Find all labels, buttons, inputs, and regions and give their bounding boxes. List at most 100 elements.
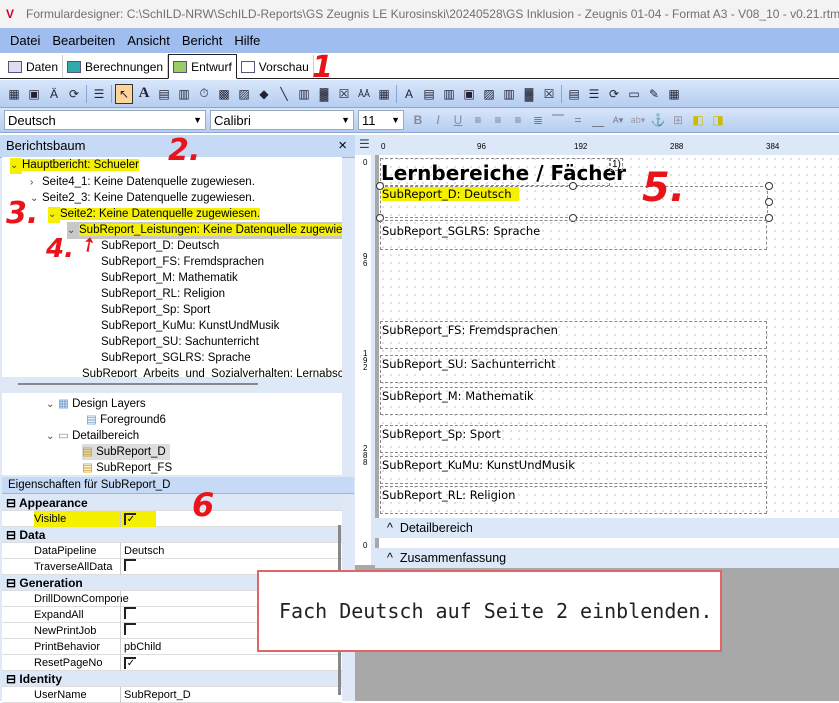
tree-item-subreport-m[interactable]: SubReport_M: Mathematik [101, 270, 238, 286]
subreport-su-box[interactable]: SubReport_SU: Sachunterricht [380, 355, 767, 383]
subreport-rl-box[interactable]: SubReport_RL: Religion [380, 486, 767, 514]
barcode-icon[interactable]: ▥ [295, 84, 313, 104]
tree-item-detailbereich[interactable]: ⌄ ▭ Detailbereich [46, 428, 139, 445]
font-size-select[interactable]: 11 ▼ [358, 110, 404, 130]
tree-toggle-icon[interactable]: ☰ [359, 137, 370, 151]
band-detailbereich[interactable]: ^ Detailbereich [375, 518, 839, 538]
menu-bericht[interactable]: Bericht [182, 33, 222, 48]
close-icon[interactable]: × [338, 135, 347, 157]
db-richtext-icon[interactable]: ▥ [440, 84, 458, 104]
highlight-color-icon[interactable]: ab▾ [629, 110, 647, 130]
db-2d-barcode-icon[interactable]: ▓ [520, 84, 538, 104]
checkbox[interactable] [124, 607, 136, 619]
autosize-icon[interactable]: ÅÅ [355, 84, 373, 104]
collapse-icon[interactable]: ⊟ [6, 528, 19, 542]
footnote-label[interactable]: 1) [610, 158, 623, 171]
property-value-cell[interactable] [124, 623, 136, 640]
collapse-icon[interactable]: ⊟ [6, 496, 19, 510]
property-value-cell[interactable]: pbChild [124, 639, 161, 655]
underline-icon[interactable]: U [449, 110, 467, 130]
send-back-icon[interactable]: ◨ [709, 110, 727, 130]
bold-icon[interactable]: B [409, 110, 427, 130]
db-memo-icon[interactable]: ▤ [420, 84, 438, 104]
valign-bottom-icon[interactable]: ⎽ [589, 110, 607, 130]
subreport-fs-box[interactable]: SubReport_FS: Fremdsprachen [380, 321, 767, 349]
font-select[interactable]: Calibri ▼ [210, 110, 354, 130]
align-right-icon[interactable]: ≡ [509, 110, 527, 130]
tab-berechnungen[interactable]: Berechnungen [63, 55, 169, 78]
richtext-icon[interactable]: ▥ [175, 84, 193, 104]
systemvar-icon[interactable]: ⏱ [195, 84, 213, 104]
subreport-m-box[interactable]: SubReport_M: Mathematik [380, 387, 767, 415]
checkbox-icon[interactable]: ☒ [335, 84, 353, 104]
db-barcode-icon[interactable]: ▥ [500, 84, 518, 104]
tree-item-layer-subreport-d[interactable]: ▤ SubReport_D [82, 444, 170, 460]
property-value-cell[interactable]: Deutsch [124, 543, 164, 559]
region-icon[interactable]: ▤ [565, 84, 583, 104]
tree-item-seite2-3[interactable]: ⌄ Seite2_3: Keine Datenquelle zugewiesen. [30, 190, 255, 207]
db-calc-icon[interactable]: ▣ [460, 84, 478, 104]
menu-hilfe[interactable]: Hilfe [234, 33, 260, 48]
image-icon[interactable]: ▨ [235, 84, 253, 104]
property-category[interactable]: ⊟ Data [2, 527, 342, 543]
property-value-cell[interactable]: ✓ [124, 655, 136, 671]
collapse-icon[interactable]: ⊟ [6, 672, 19, 686]
checkbox[interactable]: ✓ [124, 513, 136, 525]
horizontal-scrollbar[interactable] [18, 383, 258, 385]
db-label-icon[interactable]: A [400, 84, 418, 104]
line-icon[interactable]: ╲ [275, 84, 293, 104]
italic-icon[interactable]: I [429, 110, 447, 130]
tree-item-design-layers[interactable]: ⌄ ▦ Design Layers [46, 396, 146, 413]
variable-icon[interactable]: ▩ [215, 84, 233, 104]
band-zusammenfassung[interactable]: ^ Zusammenfassung [375, 548, 839, 568]
datapipeline-select[interactable]: Deutsch ▼ [4, 110, 206, 130]
grid-icon[interactable]: ▦ [5, 84, 23, 104]
tree-item-subreport-d[interactable]: SubReport_D: Deutsch [101, 238, 219, 254]
tree-item-subreport-arbeits[interactable]: SubReport_Arbeits_und_Sozialverhalten: L… [82, 366, 342, 377]
property-category[interactable]: ⊟ Appearance [2, 495, 342, 511]
brush-icon[interactable]: ✎ [645, 84, 663, 104]
heading-label[interactable]: Lernbereiche / Fächer [380, 158, 626, 186]
page-break-icon[interactable]: ▭ [625, 84, 643, 104]
property-value[interactable]: pbChild [124, 641, 161, 653]
select-arrow-icon[interactable]: ↖ [115, 83, 133, 104]
tree-item-subreport-leistungen[interactable]: ⌄ SubReport_Leistungen: Keine Datenquelle… [67, 222, 342, 239]
checkbox[interactable] [124, 559, 136, 571]
justify-icon[interactable]: ≣ [529, 110, 547, 130]
tree-item-seite2[interactable]: ⌄ Seite2: Keine Datenquelle zugewiesen. [48, 206, 261, 223]
tree-item-subreport-sp[interactable]: SubReport_Sp: Sport [101, 302, 210, 318]
anchor-icon[interactable]: ⚓ [649, 110, 667, 130]
tab-vorschau[interactable]: Vorschau [237, 55, 314, 78]
tree-item-foreground[interactable]: ▤ Foreground6 [86, 412, 166, 428]
tree-item-hauptbericht[interactable]: ⌄ Hauptbericht: Schueler [10, 157, 139, 174]
property-value-cell[interactable] [124, 607, 136, 624]
checkbox[interactable] [124, 623, 136, 635]
border-icon[interactable]: ⊞ [669, 110, 687, 130]
checkbox[interactable]: ✓ [124, 657, 136, 669]
table-icon[interactable]: ▦ [375, 84, 393, 104]
property-value-cell[interactable] [124, 559, 136, 576]
font-color-icon[interactable]: A▾ [609, 110, 627, 130]
grid-table-icon[interactable]: ▦ [665, 84, 683, 104]
2d-barcode-icon[interactable]: ▓ [315, 84, 333, 104]
shape-icon[interactable]: ◆ [255, 84, 273, 104]
valign-middle-icon[interactable]: = [569, 110, 587, 130]
tree-item-subreport-su[interactable]: SubReport_SU: Sachunterricht [101, 334, 259, 350]
collapse-icon[interactable]: ⊟ [6, 576, 19, 590]
report-tree-icon[interactable]: ☰ [90, 84, 108, 104]
memo-icon[interactable]: ▤ [155, 84, 173, 104]
subreport-sglrs-box[interactable]: SubReport_SGLRS: Sprache [380, 220, 767, 250]
subreport-icon[interactable]: ☰ [585, 84, 603, 104]
align-left-icon[interactable]: ≡ [469, 110, 487, 130]
tree-item-subreport-rl[interactable]: SubReport_RL: Religion [101, 286, 225, 302]
label-icon[interactable]: A [135, 84, 153, 104]
tree-item-seite4-1[interactable]: › Seite4_1: Keine Datenquelle zugewiesen. [30, 174, 255, 191]
valign-top-icon[interactable]: ⎺ [549, 110, 567, 130]
tree-item-subreport-kumu[interactable]: SubReport_KuMu: KunstUndMusik [101, 318, 279, 334]
property-row[interactable]: DataPipeline Deutsch [2, 543, 342, 559]
property-value[interactable]: SubReport_D [124, 689, 191, 701]
property-row[interactable]: Visible ✓ [2, 511, 342, 527]
db-image-icon[interactable]: ▨ [480, 84, 498, 104]
crosstab-icon[interactable]: ⟳ [605, 84, 623, 104]
align-center-icon[interactable]: ≡ [489, 110, 507, 130]
